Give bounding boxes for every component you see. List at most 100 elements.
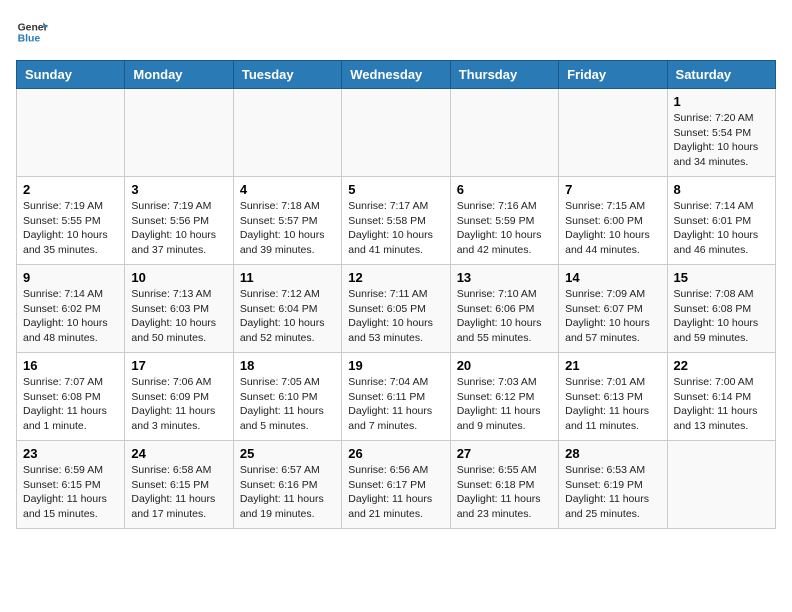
calendar-week-4: 16Sunrise: 7:07 AM Sunset: 6:08 PM Dayli… xyxy=(17,353,776,441)
calendar-cell: 3 Sunrise: 7:19 AM Sunset: 5:56 PM Daylig… xyxy=(125,177,233,265)
day-number: 28 xyxy=(565,446,660,461)
calendar-cell: 11Sunrise: 7:12 AM Sunset: 6:04 PM Dayli… xyxy=(233,265,341,353)
day-info: Sunrise: 6:56 AM Sunset: 6:17 PM Dayligh… xyxy=(348,463,443,522)
calendar-week-3: 9 Sunrise: 7:14 AM Sunset: 6:02 PM Daylig… xyxy=(17,265,776,353)
calendar-week-5: 23 Sunrise: 6:59 AM Sunset: 6:15 PM Dayli… xyxy=(17,441,776,529)
calendar-table: SundayMondayTuesdayWednesdayThursdayFrid… xyxy=(16,60,776,529)
day-info: Sunrise: 6:59 AM Sunset: 6:15 PM Dayligh… xyxy=(23,463,118,522)
day-number: 24 xyxy=(131,446,226,461)
calendar-cell: 27 Sunrise: 6:55 AM Sunset: 6:18 PM Dayli… xyxy=(450,441,558,529)
day-number: 25 xyxy=(240,446,335,461)
calendar-cell: 23 Sunrise: 6:59 AM Sunset: 6:15 PM Dayli… xyxy=(17,441,125,529)
calendar-cell xyxy=(342,89,450,177)
day-number: 4 xyxy=(240,182,335,197)
day-number: 1 xyxy=(674,94,769,109)
day-info: Sunrise: 7:06 AM Sunset: 6:09 PM Dayligh… xyxy=(131,375,226,434)
day-number: 5 xyxy=(348,182,443,197)
day-number: 13 xyxy=(457,270,552,285)
day-number: 12 xyxy=(348,270,443,285)
calendar-header-row: SundayMondayTuesdayWednesdayThursdayFrid… xyxy=(17,61,776,89)
day-number: 9 xyxy=(23,270,118,285)
logo: General Blue xyxy=(16,16,48,48)
calendar-cell xyxy=(559,89,667,177)
calendar-cell: 13 Sunrise: 7:10 AM Sunset: 6:06 PM Dayli… xyxy=(450,265,558,353)
day-info: Sunrise: 7:14 AM Sunset: 6:02 PM Dayligh… xyxy=(23,287,118,346)
day-number: 22 xyxy=(674,358,769,373)
day-number: 18 xyxy=(240,358,335,373)
day-number: 26 xyxy=(348,446,443,461)
logo-icon: General Blue xyxy=(16,16,48,48)
day-info: Sunrise: 7:19 AM Sunset: 5:56 PM Dayligh… xyxy=(131,199,226,258)
calendar-cell xyxy=(667,441,775,529)
calendar-week-2: 2Sunrise: 7:19 AM Sunset: 5:55 PM Daylig… xyxy=(17,177,776,265)
day-info: Sunrise: 7:16 AM Sunset: 5:59 PM Dayligh… xyxy=(457,199,552,258)
day-info: Sunrise: 7:20 AM Sunset: 5:54 PM Dayligh… xyxy=(674,111,769,170)
day-info: Sunrise: 7:13 AM Sunset: 6:03 PM Dayligh… xyxy=(131,287,226,346)
calendar-cell: 8 Sunrise: 7:14 AM Sunset: 6:01 PM Daylig… xyxy=(667,177,775,265)
calendar-cell: 4 Sunrise: 7:18 AM Sunset: 5:57 PM Daylig… xyxy=(233,177,341,265)
calendar-cell: 15Sunrise: 7:08 AM Sunset: 6:08 PM Dayli… xyxy=(667,265,775,353)
day-info: Sunrise: 6:53 AM Sunset: 6:19 PM Dayligh… xyxy=(565,463,660,522)
day-info: Sunrise: 7:18 AM Sunset: 5:57 PM Dayligh… xyxy=(240,199,335,258)
calendar-week-1: 1 Sunrise: 7:20 AM Sunset: 5:54 PM Daylig… xyxy=(17,89,776,177)
col-header-wednesday: Wednesday xyxy=(342,61,450,89)
calendar-cell xyxy=(17,89,125,177)
col-header-thursday: Thursday xyxy=(450,61,558,89)
calendar-cell: 24 Sunrise: 6:58 AM Sunset: 6:15 PM Dayli… xyxy=(125,441,233,529)
calendar-cell: 19 Sunrise: 7:04 AM Sunset: 6:11 PM Dayli… xyxy=(342,353,450,441)
day-number: 17 xyxy=(131,358,226,373)
day-info: Sunrise: 7:00 AM Sunset: 6:14 PM Dayligh… xyxy=(674,375,769,434)
day-number: 10 xyxy=(131,270,226,285)
col-header-friday: Friday xyxy=(559,61,667,89)
calendar-cell: 7 Sunrise: 7:15 AM Sunset: 6:00 PM Daylig… xyxy=(559,177,667,265)
day-info: Sunrise: 7:17 AM Sunset: 5:58 PM Dayligh… xyxy=(348,199,443,258)
col-header-sunday: Sunday xyxy=(17,61,125,89)
calendar-cell: 18 Sunrise: 7:05 AM Sunset: 6:10 PM Dayli… xyxy=(233,353,341,441)
day-info: Sunrise: 7:10 AM Sunset: 6:06 PM Dayligh… xyxy=(457,287,552,346)
day-number: 6 xyxy=(457,182,552,197)
calendar-cell: 28 Sunrise: 6:53 AM Sunset: 6:19 PM Dayli… xyxy=(559,441,667,529)
day-number: 19 xyxy=(348,358,443,373)
day-number: 3 xyxy=(131,182,226,197)
calendar-cell: 2Sunrise: 7:19 AM Sunset: 5:55 PM Daylig… xyxy=(17,177,125,265)
day-info: Sunrise: 7:19 AM Sunset: 5:55 PM Dayligh… xyxy=(23,199,118,258)
calendar-cell: 12 Sunrise: 7:11 AM Sunset: 6:05 PM Dayli… xyxy=(342,265,450,353)
calendar-cell: 20 Sunrise: 7:03 AM Sunset: 6:12 PM Dayli… xyxy=(450,353,558,441)
day-number: 27 xyxy=(457,446,552,461)
calendar-cell: 10 Sunrise: 7:13 AM Sunset: 6:03 PM Dayli… xyxy=(125,265,233,353)
calendar-cell: 5 Sunrise: 7:17 AM Sunset: 5:58 PM Daylig… xyxy=(342,177,450,265)
calendar-cell: 1 Sunrise: 7:20 AM Sunset: 5:54 PM Daylig… xyxy=(667,89,775,177)
day-info: Sunrise: 7:03 AM Sunset: 6:12 PM Dayligh… xyxy=(457,375,552,434)
calendar-cell: 25Sunrise: 6:57 AM Sunset: 6:16 PM Dayli… xyxy=(233,441,341,529)
day-number: 20 xyxy=(457,358,552,373)
day-number: 21 xyxy=(565,358,660,373)
day-info: Sunrise: 7:07 AM Sunset: 6:08 PM Dayligh… xyxy=(23,375,118,434)
day-info: Sunrise: 7:12 AM Sunset: 6:04 PM Dayligh… xyxy=(240,287,335,346)
day-number: 7 xyxy=(565,182,660,197)
day-info: Sunrise: 7:01 AM Sunset: 6:13 PM Dayligh… xyxy=(565,375,660,434)
svg-text:Blue: Blue xyxy=(18,34,41,45)
day-info: Sunrise: 7:09 AM Sunset: 6:07 PM Dayligh… xyxy=(565,287,660,346)
day-info: Sunrise: 7:11 AM Sunset: 6:05 PM Dayligh… xyxy=(348,287,443,346)
calendar-cell: 21 Sunrise: 7:01 AM Sunset: 6:13 PM Dayli… xyxy=(559,353,667,441)
calendar-cell: 9 Sunrise: 7:14 AM Sunset: 6:02 PM Daylig… xyxy=(17,265,125,353)
calendar-cell: 26 Sunrise: 6:56 AM Sunset: 6:17 PM Dayli… xyxy=(342,441,450,529)
day-number: 14 xyxy=(565,270,660,285)
calendar-cell xyxy=(233,89,341,177)
day-number: 8 xyxy=(674,182,769,197)
calendar-cell: 14 Sunrise: 7:09 AM Sunset: 6:07 PM Dayli… xyxy=(559,265,667,353)
calendar-cell: 17 Sunrise: 7:06 AM Sunset: 6:09 PM Dayli… xyxy=(125,353,233,441)
calendar-cell xyxy=(125,89,233,177)
day-info: Sunrise: 6:55 AM Sunset: 6:18 PM Dayligh… xyxy=(457,463,552,522)
day-info: Sunrise: 7:04 AM Sunset: 6:11 PM Dayligh… xyxy=(348,375,443,434)
calendar-cell: 22 Sunrise: 7:00 AM Sunset: 6:14 PM Dayli… xyxy=(667,353,775,441)
day-number: 15 xyxy=(674,270,769,285)
day-number: 23 xyxy=(23,446,118,461)
page-header: General Blue xyxy=(16,16,776,48)
day-info: Sunrise: 7:14 AM Sunset: 6:01 PM Dayligh… xyxy=(674,199,769,258)
day-info: Sunrise: 7:15 AM Sunset: 6:00 PM Dayligh… xyxy=(565,199,660,258)
calendar-cell: 6 Sunrise: 7:16 AM Sunset: 5:59 PM Daylig… xyxy=(450,177,558,265)
col-header-saturday: Saturday xyxy=(667,61,775,89)
day-info: Sunrise: 7:05 AM Sunset: 6:10 PM Dayligh… xyxy=(240,375,335,434)
day-info: Sunrise: 6:58 AM Sunset: 6:15 PM Dayligh… xyxy=(131,463,226,522)
